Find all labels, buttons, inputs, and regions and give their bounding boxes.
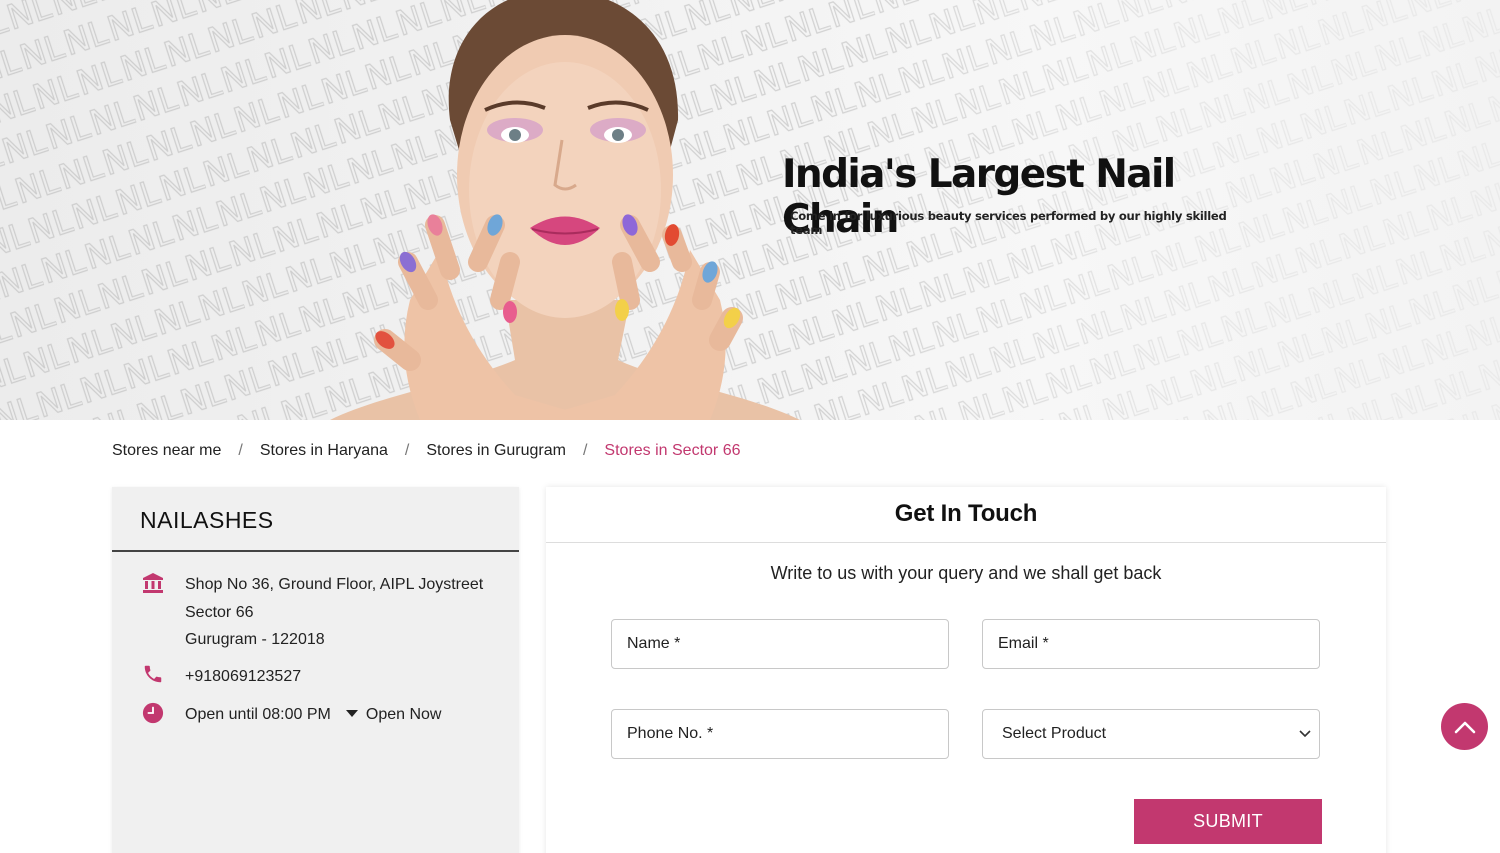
store-hours: Open until 08:00 PM Open Now	[140, 701, 441, 729]
open-status[interactable]: Open Now	[366, 701, 442, 729]
name-input[interactable]: Name *	[611, 619, 949, 669]
phone-icon	[140, 663, 166, 689]
store-address: Shop No 36, Ground Floor, AIPL Joystreet…	[140, 571, 483, 654]
email-input[interactable]: Email *	[982, 619, 1320, 669]
hero-banner: NL	[0, 0, 1500, 420]
breadcrumb-stores-near-me[interactable]: Stores near me	[112, 442, 221, 460]
breadcrumb-stores-in-gurugram[interactable]: Stores in Gurugram	[426, 442, 566, 460]
store-phone: +918069123527	[140, 663, 301, 691]
phone-link[interactable]: +918069123527	[185, 663, 301, 691]
submit-button[interactable]: SUBMIT	[1134, 799, 1322, 844]
chevron-down-icon	[1299, 730, 1311, 738]
form-title: Get In Touch	[546, 487, 1386, 543]
hours-text: Open until 08:00 PM	[185, 706, 331, 723]
address-line-3: Gurugram - 122018	[185, 631, 325, 648]
form-subtitle: Write to us with your query and we shall…	[770, 563, 1162, 583]
breadcrumb: Stores near me / Stores in Haryana / Sto…	[112, 440, 741, 462]
model-image	[330, 0, 800, 420]
hero-subtitle: Come in for luxurious beauty services pe…	[790, 209, 1227, 237]
breadcrumb-stores-in-haryana[interactable]: Stores in Haryana	[260, 442, 388, 460]
clock-icon	[140, 702, 166, 728]
breadcrumb-separator: /	[404, 442, 410, 459]
scroll-top-button[interactable]	[1441, 703, 1488, 750]
contact-form-card: Get In Touch Write to us with your query…	[546, 487, 1386, 853]
breadcrumb-current: Stores in Sector 66	[604, 442, 741, 459]
breadcrumb-separator: /	[582, 442, 588, 459]
phone-input[interactable]: Phone No. *	[611, 709, 949, 759]
breadcrumb-separator: /	[238, 442, 243, 459]
address-line-2: Sector 66	[185, 603, 254, 621]
address-line-1: Shop No 36, Ground Floor, AIPL Joystreet	[185, 576, 484, 593]
store-info-card: NAILASHES Shop No 36, Ground Floor, AIPL…	[112, 487, 519, 853]
chevron-up-icon	[1454, 721, 1475, 733]
product-select[interactable]: Select Product	[982, 709, 1320, 759]
store-name: NAILASHES	[112, 487, 519, 552]
product-select-value: Select Product	[1002, 725, 1107, 742]
caret-down-icon[interactable]	[345, 710, 358, 718]
bank-icon	[140, 571, 166, 597]
